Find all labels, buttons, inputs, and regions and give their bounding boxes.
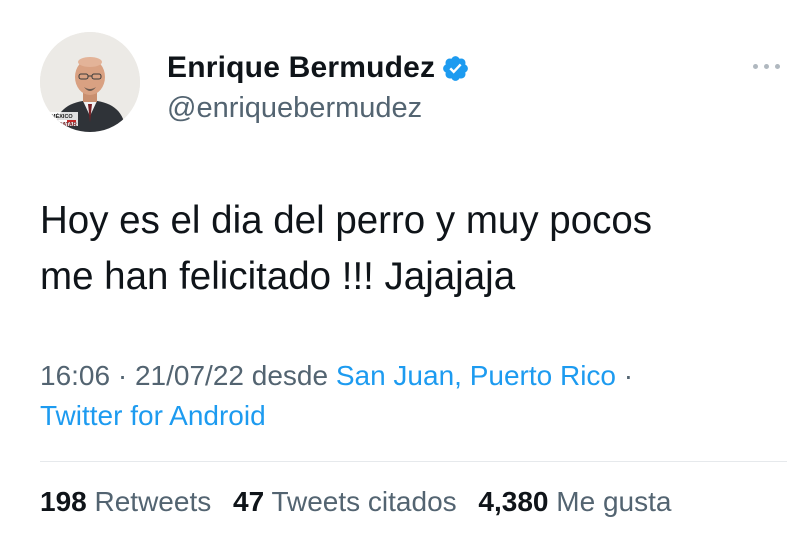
author-name-row: Enrique Bermudez — [167, 50, 470, 86]
likes-label: Me gusta — [556, 486, 672, 517]
likes-stat[interactable]: 4,380 Me gusta — [478, 486, 671, 517]
author-display-name[interactable]: Enrique Bermudez — [167, 51, 435, 85]
avatar-badge-line-2: QATAR — [58, 122, 77, 128]
quotes-stat[interactable]: 47 Tweets citados — [233, 486, 457, 517]
avatar-photo: MÉXICO QATAR — [40, 32, 140, 132]
author-handle[interactable]: @enriquebermudez — [167, 92, 422, 125]
avatar[interactable]: MÉXICO QATAR — [40, 32, 140, 132]
retweets-label: Retweets — [94, 486, 212, 517]
via-word: desde — [251, 360, 336, 391]
quotes-count: 47 — [233, 486, 265, 517]
avatar-badge-line-1: MÉXICO — [51, 112, 73, 120]
tweet-date[interactable]: 21/07/22 — [135, 360, 244, 391]
more-options-icon[interactable] — [750, 60, 784, 74]
likes-count: 4,380 — [478, 486, 549, 517]
meta-separator: · — [623, 360, 634, 391]
tweet-time[interactable]: 16:06 — [40, 360, 110, 391]
meta-separator: · — [117, 360, 135, 391]
tweet-stats: 198 Retweets 47 Tweets citados 4,380 Me … — [40, 486, 685, 518]
retweets-count: 198 — [40, 486, 87, 517]
verified-badge-icon — [441, 54, 470, 83]
tweet-location-link[interactable]: San Juan, Puerto Rico — [336, 360, 616, 391]
tweet-source-link[interactable]: Twitter for Android — [40, 400, 266, 431]
divider — [40, 461, 787, 462]
tweet-meta: 16:06 · 21/07/22 desde San Juan, Puerto … — [40, 356, 780, 436]
tweet-text: Hoy es el dia del perro y muy pocos me h… — [40, 199, 653, 298]
quotes-label: Tweets citados — [271, 486, 457, 517]
tweet-card: MÉXICO QATAR Enrique Bermudez @enriquebe… — [0, 0, 805, 541]
retweets-stat[interactable]: 198 Retweets — [40, 486, 211, 517]
